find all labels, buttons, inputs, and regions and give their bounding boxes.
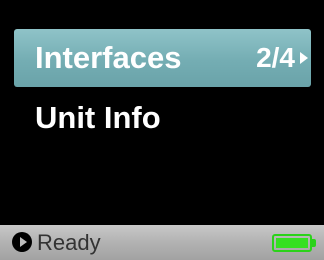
main-menu: Interfaces 2/4 Unit Info (0, 0, 324, 225)
menu-item-unit-info[interactable]: Unit Info (14, 89, 311, 147)
battery-icon (272, 234, 312, 252)
battery-tip (312, 239, 316, 247)
page-indicator: 2/4 (256, 42, 295, 73)
menu-item-label: Unit Info (35, 100, 161, 135)
play-circle-icon (12, 232, 32, 252)
status-text: Ready (37, 230, 101, 255)
menu-item-label: Interfaces (35, 40, 182, 75)
battery-level-fill (276, 238, 308, 248)
device-screen: Interfaces 2/4 Unit Info Ready (0, 0, 324, 260)
chevron-right-icon (300, 52, 308, 64)
status-bar: Ready (0, 225, 324, 260)
menu-item-interfaces[interactable]: Interfaces 2/4 (14, 29, 311, 87)
